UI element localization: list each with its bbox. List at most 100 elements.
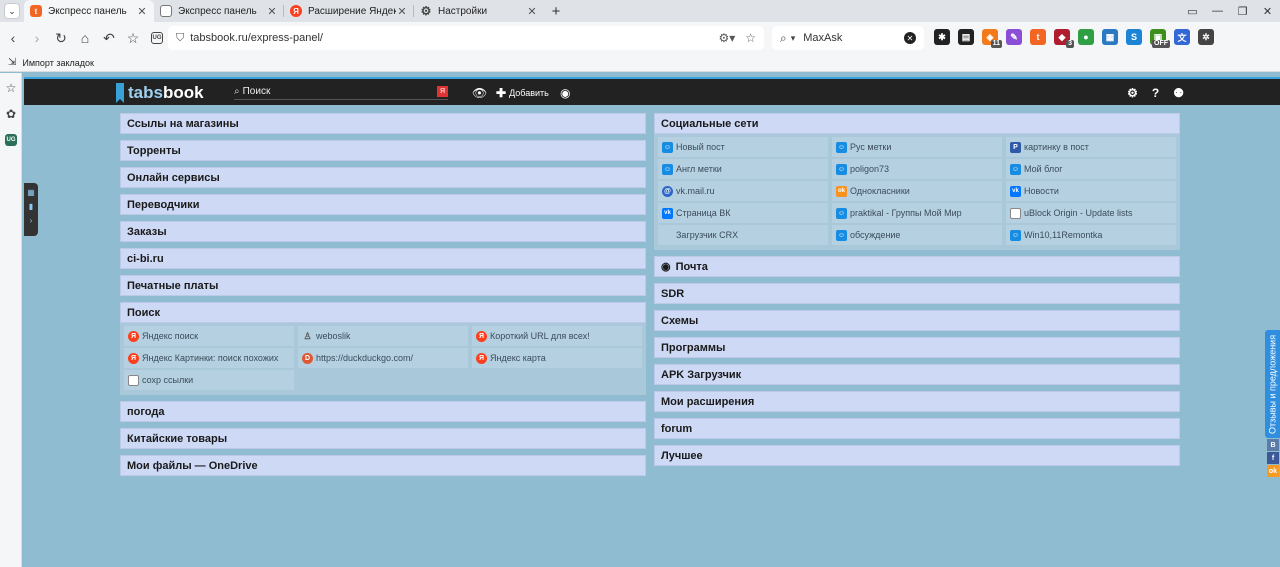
group-header[interactable]: APK Загрузчик	[654, 364, 1180, 385]
link-item[interactable]: ☺ Win10,11Remontka	[1006, 225, 1176, 245]
group-header[interactable]: Лучшее	[654, 445, 1180, 466]
group-header[interactable]: Онлайн сервисы	[120, 167, 646, 188]
link-item[interactable]: vk Страница ВК	[658, 203, 828, 223]
tab-express-panel-1[interactable]: t Экспресс панель ✕	[24, 0, 154, 22]
puzzle-outline-icon[interactable]: ✲	[1198, 29, 1214, 45]
close-icon[interactable]: ✕	[136, 5, 148, 18]
link-item[interactable]: Pкартинку в пост	[1006, 137, 1176, 157]
add-favorite-icon[interactable]: ☆	[745, 31, 756, 45]
tabsbook-logo[interactable]: tabs book	[116, 79, 204, 107]
group-header[interactable]: Мои расширения	[654, 391, 1180, 412]
view-toggle-button[interactable]: 👁	[472, 79, 490, 107]
link-item[interactable]: ☺ Мой блог	[1006, 159, 1176, 179]
url-text[interactable]: tabsbook.ru/express-panel/	[190, 32, 708, 44]
group-header[interactable]: Социальные сети	[654, 113, 1180, 134]
settings-gear-icon[interactable]: ⚙	[1127, 86, 1138, 100]
bookmark-star-icon[interactable]: ☆	[122, 27, 144, 49]
group-header[interactable]: forum	[654, 418, 1180, 439]
link-item[interactable]: Dhttps://duckduckgo.com/	[298, 348, 468, 368]
ug-sidebar-icon[interactable]: UG	[0, 129, 22, 151]
group-header[interactable]: погода	[120, 401, 646, 422]
link-item[interactable]: Загрузчик CRX	[658, 225, 828, 245]
link-item[interactable]: ☺ poligon73	[832, 159, 1002, 179]
tab-list-icon[interactable]: ▭	[1180, 0, 1205, 22]
close-icon[interactable]: ✕	[396, 5, 408, 18]
add-button[interactable]: ✚ Добавить	[496, 79, 549, 107]
group-header[interactable]: ◉ Почта	[654, 256, 1180, 277]
undo-icon[interactable]: ↶	[98, 27, 120, 49]
favorites-star-icon[interactable]: ☆	[0, 77, 22, 99]
group-header[interactable]: Заказы	[120, 221, 646, 242]
translate-icon[interactable]: 文	[1174, 29, 1190, 45]
back-icon[interactable]: ‹	[2, 27, 24, 49]
search-engine-value[interactable]: MaxAsk	[803, 32, 904, 44]
feedback-tab[interactable]: Отзывы и предложения	[1265, 330, 1280, 438]
panel-search-input[interactable]	[242, 86, 437, 97]
feather-icon[interactable]: ✎	[1006, 29, 1022, 45]
s-ext-icon[interactable]: S	[1126, 29, 1142, 45]
extension-flower-icon[interactable]: ✿	[0, 103, 22, 125]
group-header[interactable]: Программы	[654, 337, 1180, 358]
link-item[interactable]: uBlock Origin - Update lists	[1006, 203, 1176, 223]
vk-share-icon[interactable]: B	[1267, 439, 1279, 451]
group-header[interactable]: Схемы	[654, 310, 1180, 331]
tab-express-panel-2[interactable]: Экспресс панель ✕	[154, 0, 284, 22]
chevron-down-icon[interactable]: ▾	[791, 33, 796, 44]
forward-icon[interactable]: ›	[26, 27, 48, 49]
link-item[interactable]: Я Короткий URL для всех!	[472, 326, 642, 346]
tabs-icon[interactable]: ▤	[958, 29, 974, 45]
permissions-icon[interactable]: ⚙▾	[718, 31, 735, 45]
tab-settings[interactable]: ⚙ Настройки ✕	[414, 0, 544, 22]
user-account-icon[interactable]: ⚉	[1173, 86, 1184, 100]
clear-search-icon[interactable]: ✕	[904, 32, 916, 44]
link-item[interactable]: ♙ weboslik	[298, 326, 468, 346]
group-header[interactable]: Переводчики	[120, 194, 646, 215]
link-item[interactable]: Я Яндекс карта	[472, 348, 642, 368]
link-item[interactable]: vk Новости	[1006, 181, 1176, 201]
shield-icon[interactable]: ◆ 3	[1054, 29, 1074, 48]
close-window-icon[interactable]: ✕	[1255, 0, 1280, 22]
restore-icon[interactable]: ❐	[1230, 0, 1255, 22]
close-icon[interactable]: ✕	[266, 5, 278, 18]
group-header[interactable]: Мои файлы — OneDrive	[120, 455, 646, 476]
link-item[interactable]: @ vk.mail.ru	[658, 181, 828, 201]
ug-extension-icon[interactable]: UG	[146, 27, 168, 49]
group-header[interactable]: Ссылы на магазины	[120, 113, 646, 134]
address-bar[interactable]: ⛉ tabsbook.ru/express-panel/ ⚙▾ ☆	[168, 26, 764, 50]
home-icon[interactable]: ⌂	[74, 27, 96, 49]
link-item[interactable]: ☺ Новый пост	[658, 137, 828, 157]
link-item[interactable]: ok Однокласники	[832, 181, 1002, 201]
help-icon[interactable]: ?	[1152, 86, 1159, 100]
group-header[interactable]: Печатные платы	[120, 275, 646, 296]
close-icon[interactable]: ✕	[526, 5, 538, 18]
group-header[interactable]: Китайские товары	[120, 428, 646, 449]
facebook-share-icon[interactable]: f	[1267, 452, 1279, 464]
calendar-icon[interactable]: ▦	[1102, 29, 1118, 45]
chrome-store-button[interactable]: ◉	[560, 79, 573, 107]
odnoklassniki-share-icon[interactable]: ok	[1267, 465, 1279, 477]
tab-yandex-extension[interactable]: Я Расширение Яндекса ✕	[284, 0, 414, 22]
group-header[interactable]: SDR	[654, 283, 1180, 304]
tabsbook-icon[interactable]: t	[1030, 29, 1046, 45]
orange-ext-icon[interactable]: ◈ 11	[982, 29, 1002, 48]
link-item[interactable]: ☺ обсуждение	[832, 225, 1002, 245]
minimize-icon[interactable]: —	[1205, 0, 1230, 22]
group-header[interactable]: ci-bi.ru	[120, 248, 646, 269]
puzzle-icon[interactable]: ✱	[934, 29, 950, 45]
link-item[interactable]: ☺ Англ метки	[658, 159, 828, 179]
group-header[interactable]: Торренты	[120, 140, 646, 161]
new-tab-button[interactable]: +	[544, 0, 568, 22]
yandex-search-icon[interactable]: Я	[437, 86, 448, 97]
link-item[interactable]: ☺ praktikal - Группы Мой Мир	[832, 203, 1002, 223]
search-box[interactable]: ⌕ ▾ MaxAsk ✕	[772, 26, 924, 50]
green-ext-icon[interactable]: ▣ OFF	[1150, 29, 1170, 48]
link-item[interactable]: Я Яндекс Картинки: поиск похожих	[124, 348, 294, 368]
reload-icon[interactable]: ↻	[50, 27, 72, 49]
globe-icon[interactable]: ●	[1078, 29, 1094, 45]
group-header[interactable]: Поиск	[120, 302, 646, 323]
site-info-icon[interactable]: ⛉	[176, 32, 184, 45]
link-item[interactable]: ☺ Рус метки	[832, 137, 1002, 157]
tab-menu-button[interactable]: ⌄	[0, 0, 24, 22]
link-item[interactable]: Я Яндекс поиск	[124, 326, 294, 346]
side-panel-toggle[interactable]: ▦ ▮ ›	[24, 183, 38, 236]
